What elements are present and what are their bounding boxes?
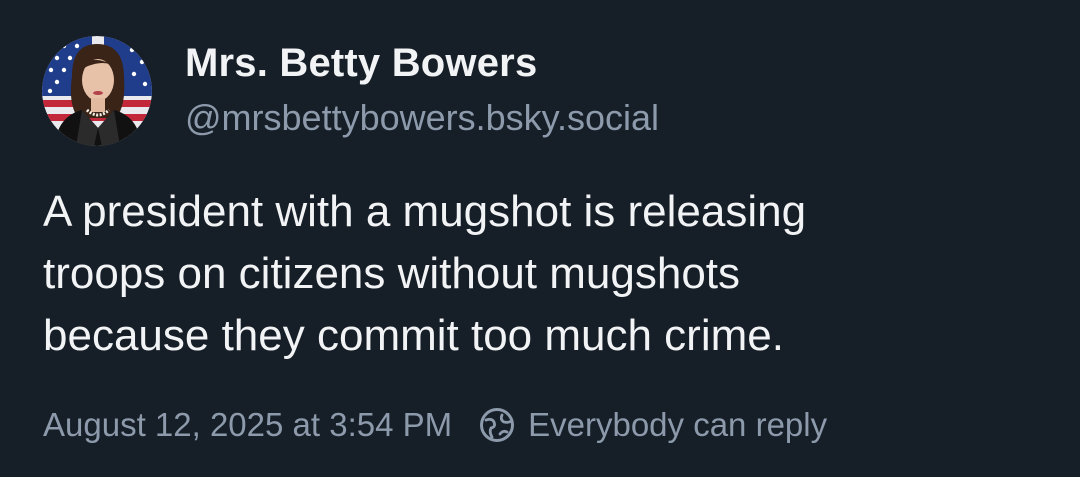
post-text-line: because they commit too much crime. (43, 311, 784, 360)
post-text-line: A president with a mugshot is releasing (43, 187, 807, 236)
avatar-image (42, 36, 152, 146)
post: Mrs. Betty Bowers @mrsbettybowers.bsky.s… (0, 0, 1080, 477)
post-text-line: troops on citizens without mugshots (43, 249, 741, 298)
post-text: A president with a mugshot is releasing … (43, 181, 1043, 367)
author-handle[interactable]: @mrsbettybowers.bsky.social (185, 97, 659, 139)
author-display-name[interactable]: Mrs. Betty Bowers (185, 41, 537, 86)
reply-setting-label[interactable]: Everybody can reply (528, 406, 827, 444)
globe-icon (478, 406, 516, 444)
avatar[interactable] (42, 36, 152, 146)
post-timestamp[interactable]: August 12, 2025 at 3:54 PM (43, 406, 452, 444)
post-meta: August 12, 2025 at 3:54 PM Everybody can… (43, 403, 827, 447)
